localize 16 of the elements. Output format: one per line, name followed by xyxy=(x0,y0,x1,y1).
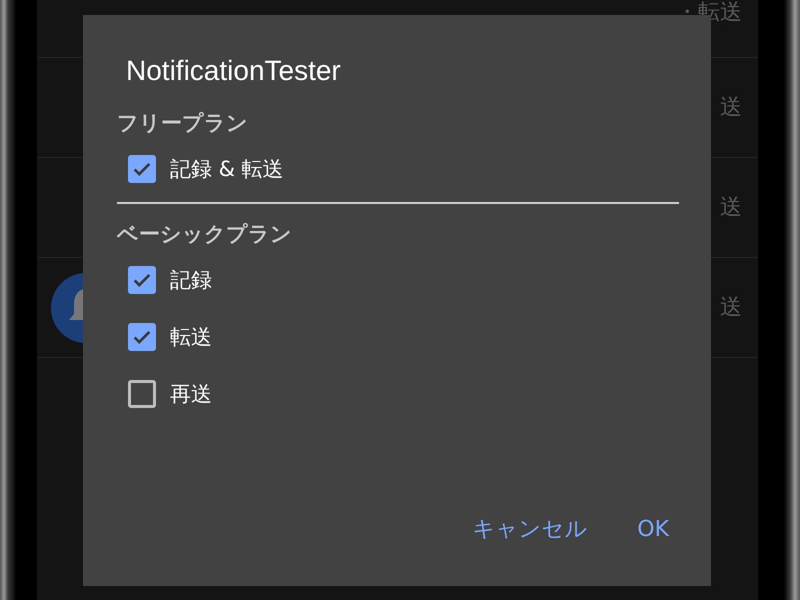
option-label: 転送 xyxy=(170,324,212,350)
section-heading: フリープラン xyxy=(117,110,249,137)
checkbox[interactable] xyxy=(128,154,156,182)
row-status: 送 xyxy=(720,196,742,220)
option-label: 記録 xyxy=(170,266,212,294)
checkbox[interactable] xyxy=(128,266,156,294)
checkbox[interactable] xyxy=(128,380,156,408)
option-label: 再送 xyxy=(170,380,212,408)
dialog-button[interactable]: OK xyxy=(627,506,679,552)
dialog-title: NotificationTester xyxy=(126,55,342,87)
row-status: 送 xyxy=(720,96,742,120)
section-heading: ベーシックプラン xyxy=(117,221,293,248)
dialog-button[interactable]: キャンセル xyxy=(462,506,598,552)
option-label: 記録 & 転送 xyxy=(170,156,284,182)
checkbox[interactable] xyxy=(128,322,156,350)
row-status: 送 xyxy=(720,296,742,320)
